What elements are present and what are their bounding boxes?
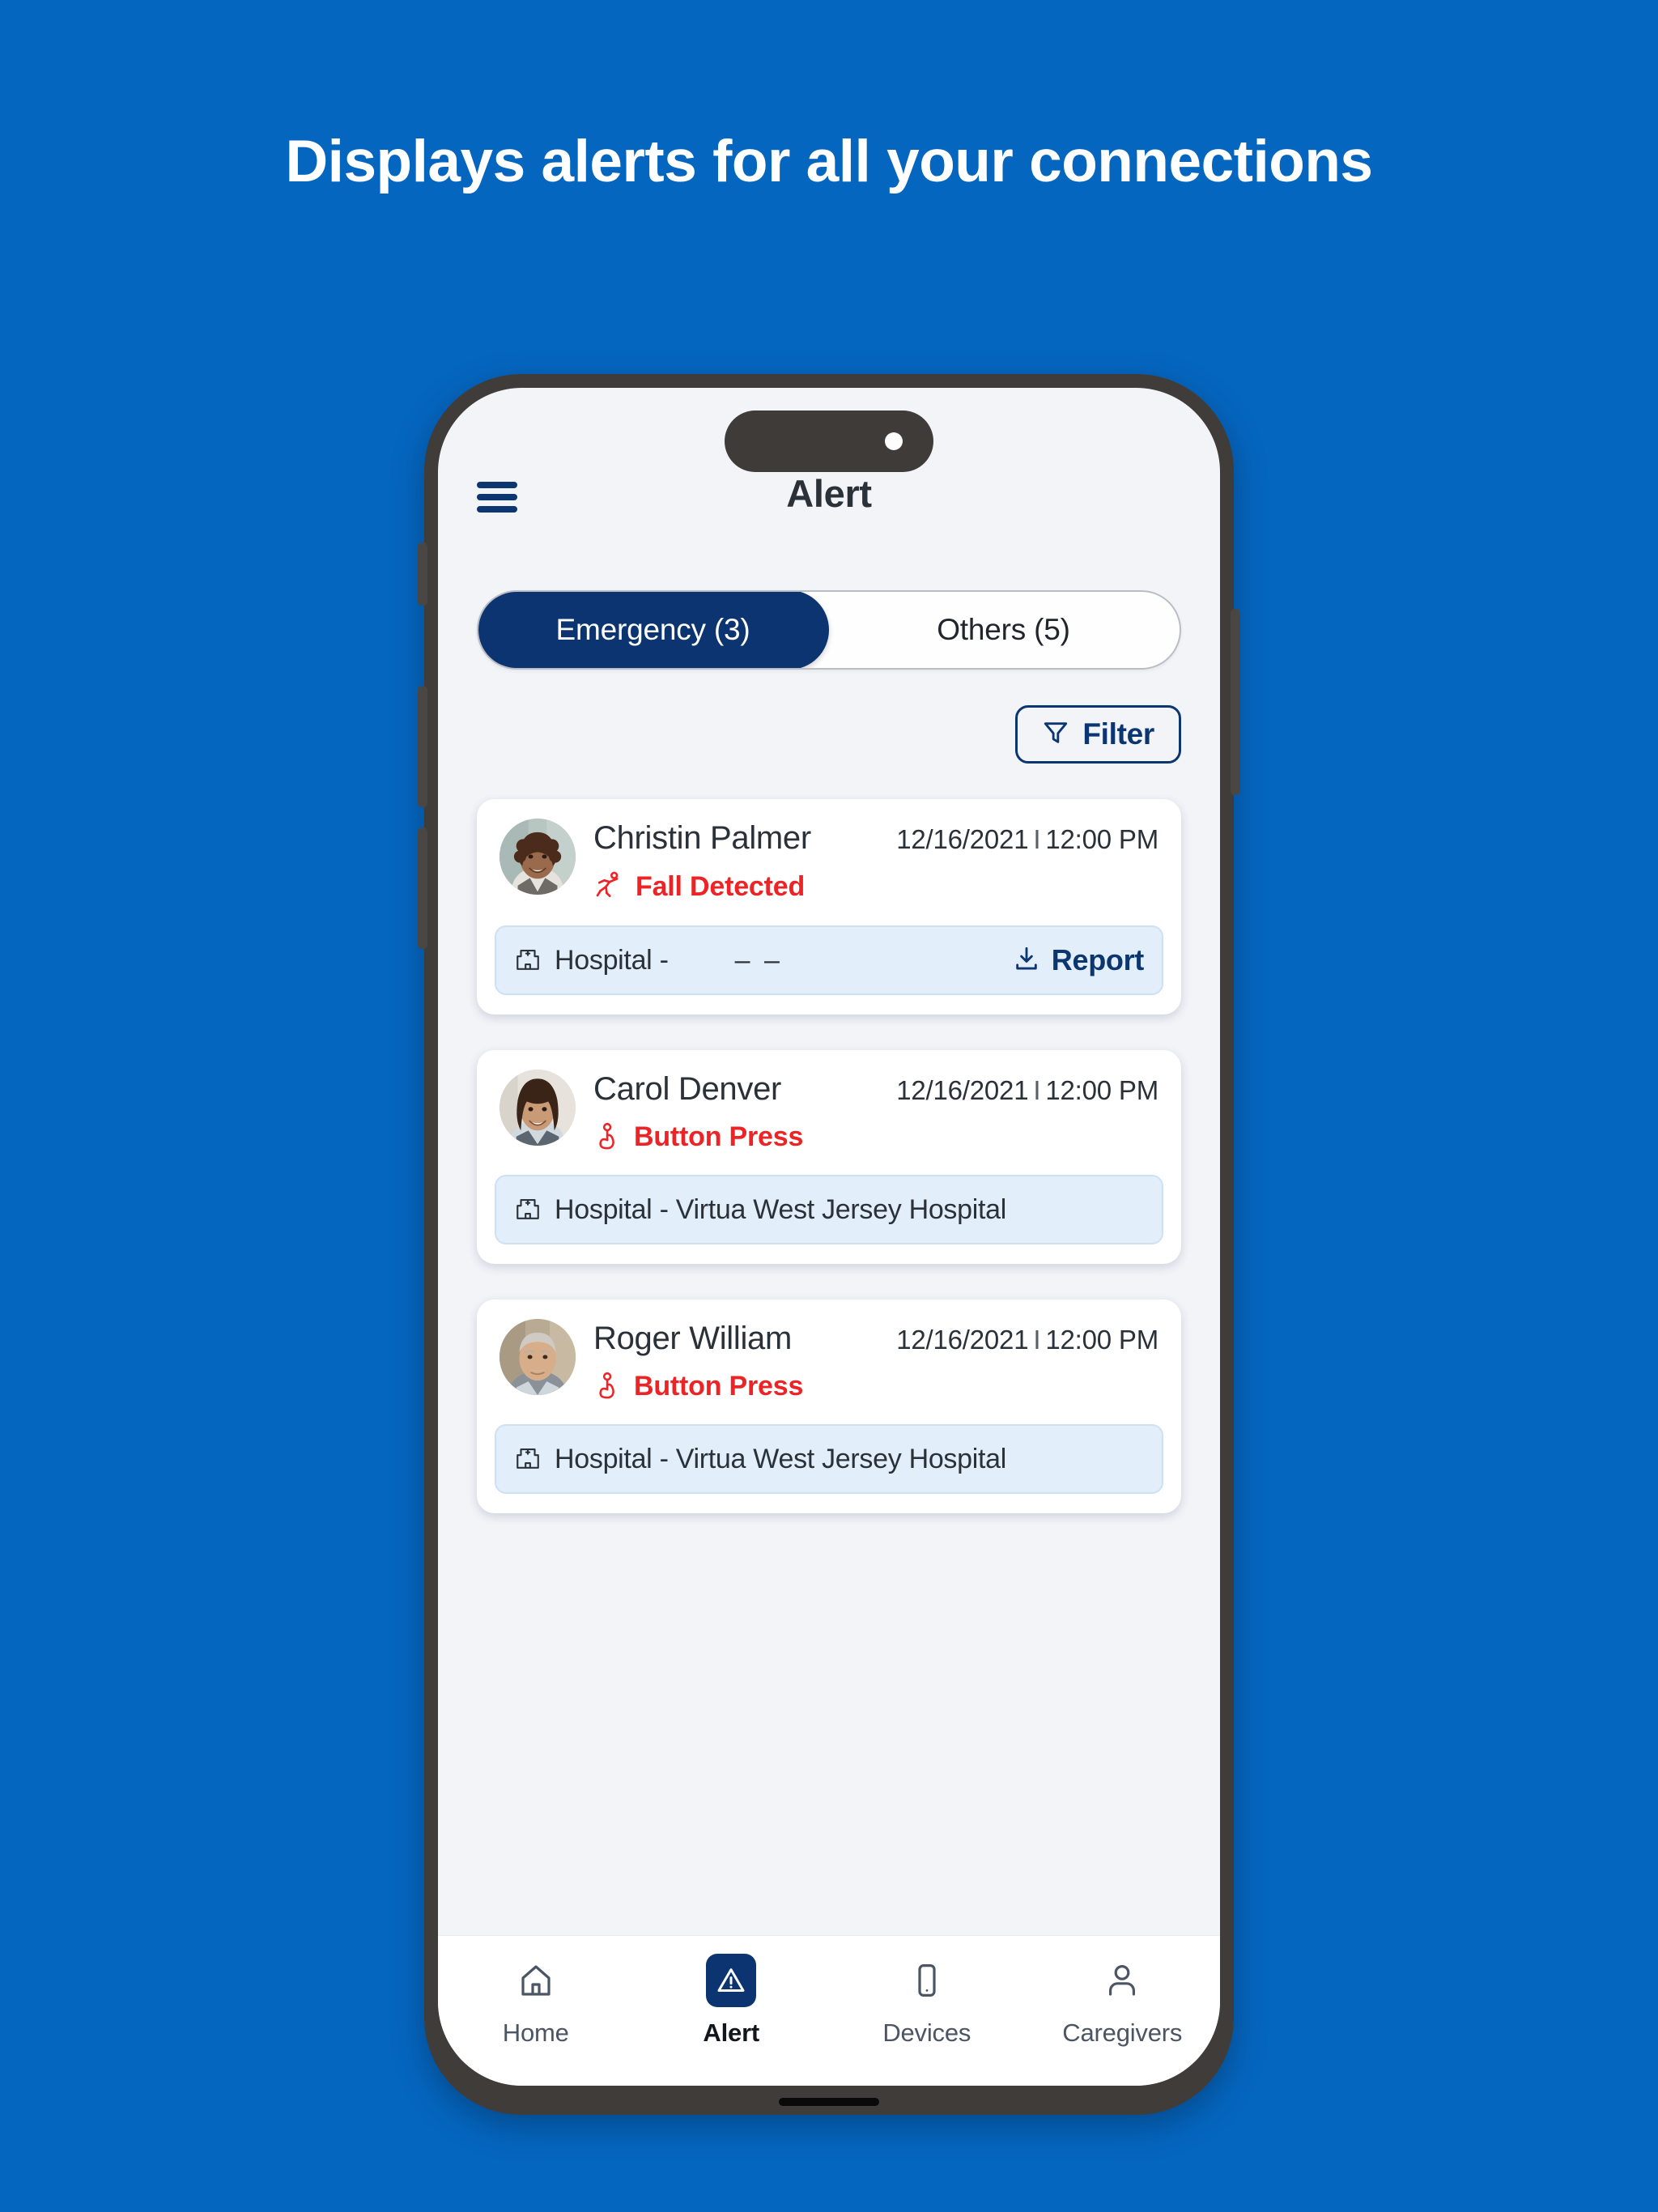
home-indicator <box>779 2098 879 2106</box>
alert-triangle-icon <box>706 1954 757 2007</box>
alert-reason-row: Fall Detected <box>593 870 1158 904</box>
alert-type-tabs: Emergency (3) Others (5) <box>477 590 1181 670</box>
timestamp-separator: I <box>1033 824 1041 854</box>
alert-card[interactable]: Roger William 12/16/2021 I 12:00 PM Butt… <box>477 1300 1181 1513</box>
front-camera-icon <box>885 432 903 450</box>
hospital-bar: Hospital - Virtua West Jersey Hospital <box>495 1175 1163 1244</box>
dynamic-island <box>725 410 933 472</box>
hospital-bar: Hospital - Virtua West Jersey Hospital <box>495 1424 1163 1494</box>
filter-button-label: Filter <box>1082 717 1154 751</box>
button-press-icon <box>593 1121 623 1154</box>
tab-others[interactable]: Others (5) <box>827 592 1180 668</box>
app-content: Emergency (3) Others (5) Filter Christin… <box>438 530 1220 1935</box>
alert-time: 12:00 PM <box>1045 824 1158 854</box>
alert-timestamp: 12/16/2021 I 12:00 PM <box>896 1325 1158 1355</box>
timestamp-separator: I <box>1033 1075 1041 1105</box>
nav-label-home: Home <box>502 2018 569 2047</box>
report-button-label: Report <box>1051 943 1145 976</box>
hospital-name: Hospital - <box>555 944 669 976</box>
page-headline: Displays alerts for all your connections <box>285 129 1373 194</box>
alert-date: 12/16/2021 <box>896 824 1029 854</box>
hospital-info: Hospital - Virtua West Jersey Hospital <box>514 1194 1144 1226</box>
person-name: Christin Palmer <box>593 820 811 856</box>
alert-card[interactable]: Carol Denver 12/16/2021 I 12:00 PM Butto… <box>477 1050 1181 1264</box>
nav-label-alert: Alert <box>703 2018 760 2047</box>
hospital-value: – – <box>734 944 783 976</box>
person-name: Roger William <box>593 1321 793 1356</box>
alert-list: Christin Palmer 12/16/2021 I 12:00 PM Fa… <box>477 799 1181 1513</box>
phone-screen: Alert Emergency (3) Others (5) Filter Ch… <box>438 388 1220 2086</box>
alert-timestamp: 12/16/2021 I 12:00 PM <box>896 1075 1158 1106</box>
alert-card-body: Christin Palmer 12/16/2021 I 12:00 PM Fa… <box>576 819 1158 904</box>
filter-row: Filter <box>477 705 1181 764</box>
hamburger-menu-icon[interactable] <box>477 482 517 513</box>
person-icon <box>1103 1954 1141 2007</box>
alert-name-row: Carol Denver 12/16/2021 I 12:00 PM <box>593 1071 1158 1108</box>
hospital-building-icon <box>514 945 542 976</box>
device-phone-icon <box>908 1954 946 2007</box>
phone-chassis: Alert Emergency (3) Others (5) Filter Ch… <box>418 374 1240 2115</box>
hospital-name: Hospital - Virtua West Jersey Hospital <box>555 1193 1007 1225</box>
avatar <box>500 1070 576 1146</box>
volume-down-button[interactable] <box>418 827 427 949</box>
alert-timestamp: 12/16/2021 I 12:00 PM <box>896 824 1158 855</box>
alert-card-header: Roger William 12/16/2021 I 12:00 PM Butt… <box>495 1319 1163 1403</box>
funnel-filter-icon <box>1042 719 1069 751</box>
power-button[interactable] <box>1231 609 1240 795</box>
nav-item-devices[interactable]: Devices <box>829 1954 1025 2048</box>
silence-switch-button[interactable] <box>418 542 427 606</box>
avatar <box>500 819 576 895</box>
person-name: Carol Denver <box>593 1071 782 1107</box>
hospital-building-icon <box>514 1444 542 1475</box>
alert-card-header: Christin Palmer 12/16/2021 I 12:00 PM Fa… <box>495 819 1163 904</box>
tab-emergency[interactable]: Emergency (3) <box>478 592 829 668</box>
alert-time: 12:00 PM <box>1045 1325 1158 1355</box>
alert-card[interactable]: Christin Palmer 12/16/2021 I 12:00 PM Fa… <box>477 799 1181 1015</box>
alert-reason: Button Press <box>634 1121 804 1152</box>
download-icon <box>1013 945 1040 976</box>
page-title: Alert <box>786 472 872 515</box>
hospital-info: Hospital - – – <box>514 945 997 976</box>
nav-item-alert[interactable]: Alert <box>634 1954 830 2048</box>
hospital-name: Hospital - Virtua West Jersey Hospital <box>555 1443 1007 1474</box>
timestamp-separator: I <box>1033 1325 1041 1355</box>
alert-reason: Button Press <box>634 1371 804 1402</box>
alert-reason: Fall Detected <box>636 871 806 902</box>
alert-time: 12:00 PM <box>1045 1075 1158 1105</box>
report-button[interactable]: Report <box>997 943 1144 977</box>
button-press-icon <box>593 1370 623 1403</box>
alert-name-row: Christin Palmer 12/16/2021 I 12:00 PM <box>593 820 1158 857</box>
hospital-bar: Hospital - – – Report <box>495 925 1163 995</box>
alert-reason-row: Button Press <box>593 1370 1158 1403</box>
bottom-navigation: Home Alert Devices Caregivers <box>438 1935 1220 2086</box>
volume-up-button[interactable] <box>418 686 427 807</box>
hospital-info: Hospital - Virtua West Jersey Hospital <box>514 1444 1144 1475</box>
alert-date: 12/16/2021 <box>896 1075 1029 1105</box>
alert-date: 12/16/2021 <box>896 1325 1029 1355</box>
fall-detected-icon <box>593 870 624 904</box>
alert-card-header: Carol Denver 12/16/2021 I 12:00 PM Butto… <box>495 1070 1163 1154</box>
alert-reason-row: Button Press <box>593 1121 1158 1154</box>
nav-label-devices: Devices <box>882 2018 971 2047</box>
alert-card-body: Roger William 12/16/2021 I 12:00 PM Butt… <box>576 1319 1158 1403</box>
nav-item-home[interactable]: Home <box>438 1954 634 2048</box>
nav-label-caregivers: Caregivers <box>1062 2018 1183 2047</box>
phone-mockup: Alert Emergency (3) Others (5) Filter Ch… <box>418 374 1240 2115</box>
alert-card-body: Carol Denver 12/16/2021 I 12:00 PM Butto… <box>576 1070 1158 1154</box>
hospital-building-icon <box>514 1194 542 1226</box>
nav-item-caregivers[interactable]: Caregivers <box>1025 1954 1221 2048</box>
alert-name-row: Roger William 12/16/2021 I 12:00 PM <box>593 1321 1158 1357</box>
avatar <box>500 1319 576 1395</box>
home-icon <box>517 1954 555 2007</box>
filter-button[interactable]: Filter <box>1015 705 1181 764</box>
